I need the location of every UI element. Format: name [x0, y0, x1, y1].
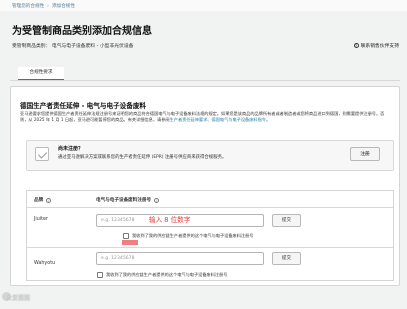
breadcrumb-current: 添加合规性 — [52, 4, 75, 9]
page-title: 为受管制商品类别添加合规信息 — [12, 26, 152, 37]
supplier-confirmation[interactable]: 我收到了我的供应链生产者提供的这个电气与电子设备废料注册号 — [123, 233, 253, 239]
watermark: 大爱圆圆 — [6, 295, 31, 302]
checkmark-icon — [35, 147, 49, 161]
info-icon[interactable]: i — [154, 197, 160, 203]
column-header-brand: 品牌 i — [34, 197, 52, 203]
epr-requirements-link[interactable]: 生产者责任延伸要求 — [170, 117, 208, 122]
brand-name: Wahyotu — [34, 261, 56, 266]
epr-number-input[interactable]: e.g. 12345678 — [96, 252, 264, 265]
submit-button[interactable]: 提交 — [272, 252, 301, 265]
column-header-epr-label: 电气与电子设备废料注册号 — [96, 198, 152, 203]
product-category: 受管制商品类别： 电气与电子设备废料 - 小型非光伏设备 — [12, 44, 134, 49]
register-button[interactable]: 注册 — [350, 147, 380, 161]
info-icon[interactable]: i — [46, 197, 52, 203]
breadcrumb: 管理您的合规性 › 添加合规性 — [0, 0, 407, 11]
confirmation-checkbox[interactable] — [123, 233, 129, 239]
confirmation-label: 我收到了我的供应链生产者提供的这个电气与电子设备废料注册号 — [132, 233, 254, 238]
supplier-confirmation[interactable]: 我收到了我的供应链生产者提供的这个电气与电子设备废料注册号 — [97, 272, 227, 278]
confirmation-checkbox[interactable] — [97, 272, 103, 278]
tab-divider — [10, 80, 400, 81]
notice-text: 通过亚马逊解决方案或联系您的生产者责任延伸 (EPR) 注册号供应商来获得合规服… — [58, 155, 227, 160]
support-link[interactable]: ? 联系销售伙伴支持 — [353, 42, 399, 49]
column-header-brand-label: 品牌 — [34, 198, 44, 203]
epr-number-placeholder: e.g. 12345678 — [101, 218, 135, 223]
section-description: 亚马逊要求您提供德国生产者责任延伸法规注册号来证明您的商品符合德国电气与电子设备… — [20, 111, 392, 123]
breadcrumb-home-link[interactable]: 管理您的合规性 — [12, 4, 44, 9]
notice-title: 尚未注册？ — [58, 146, 84, 152]
column-header-epr: 电气与电子设备废料注册号 i — [96, 197, 160, 203]
tab-compliance-requirements[interactable]: 合规性要求 — [18, 67, 64, 80]
epr-number-placeholder: e.g. 12345678 — [101, 256, 135, 261]
submit-button[interactable]: 提交 — [272, 214, 301, 227]
confirmation-label: 我收到了我的供应链生产者提供的这个电气与电子设备废料注册号 — [106, 272, 228, 277]
breadcrumb-separator: › — [47, 4, 50, 9]
weee-directive-link[interactable]: 德国电气与电子设备废料指令 — [212, 117, 266, 122]
input-hint: 输入 8 位数字 — [149, 216, 191, 224]
description-end: 。 — [265, 117, 271, 122]
table-row-divider — [26, 247, 394, 248]
section-title: 德国生产者责任延伸 - 电气与电子设备废料 — [20, 102, 147, 110]
support-link-label: 联系销售伙伴支持 — [360, 44, 399, 49]
table-header-divider — [26, 207, 394, 208]
brand-name: Jiuiter — [34, 217, 48, 222]
help-icon: ? — [353, 43, 359, 48]
highlight-mark — [122, 240, 138, 245]
